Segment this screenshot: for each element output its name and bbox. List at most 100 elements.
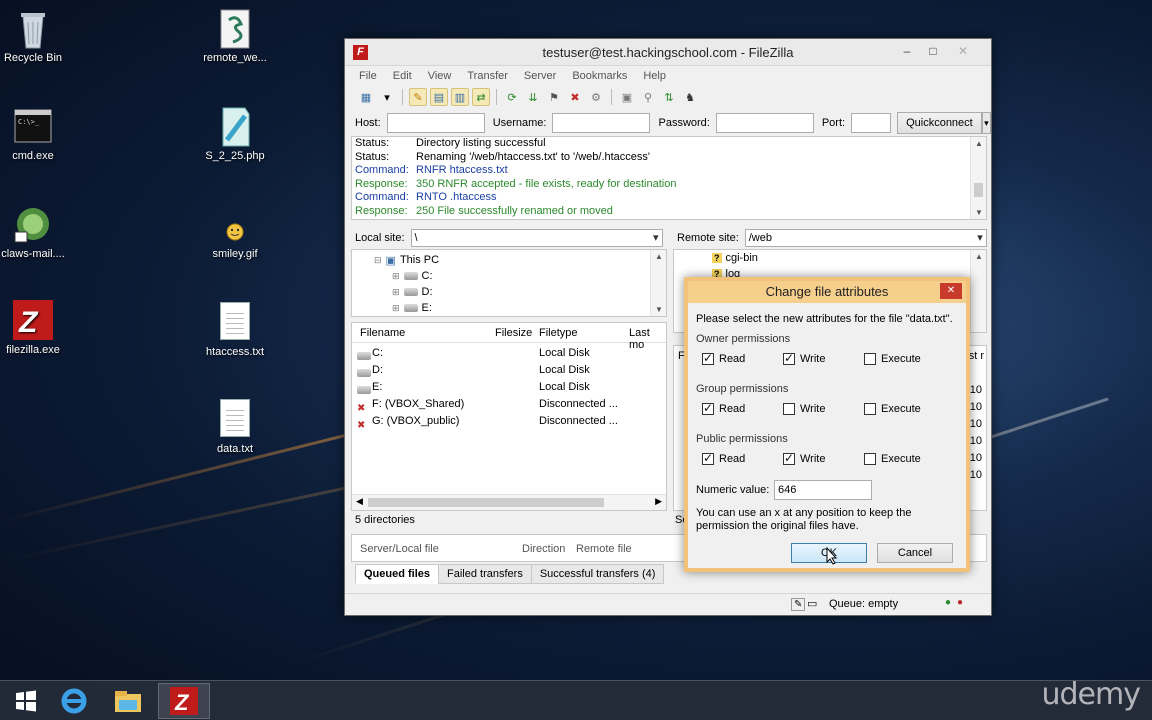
quickconnect-bar: Host: Username: Password: Port: Quickcon…: [345, 108, 991, 138]
cancel-operation-icon[interactable]: ⚑: [545, 88, 563, 106]
desktop-icon-recycle-bin[interactable]: Recycle Bin: [0, 8, 78, 64]
tree-item-drive[interactable]: ⊞ D:: [392, 284, 433, 300]
permission-group: Group permissions Read Write Execute: [696, 383, 960, 429]
desktop-icon-smiley[interactable]: smiley.gif: [190, 222, 280, 260]
tab-failed-transfers[interactable]: Failed transfers: [438, 564, 532, 584]
file-name: D:: [372, 364, 383, 376]
local-tree-toggle-icon[interactable]: ▤: [430, 88, 448, 106]
menu-transfer[interactable]: Transfer: [467, 70, 508, 82]
port-input[interactable]: [851, 113, 892, 133]
sync-browsing-icon[interactable]: ⇅: [660, 88, 678, 106]
menu-file[interactable]: File: [359, 70, 377, 82]
tree-item-cgi-bin[interactable]: ? cgi-bin: [712, 250, 758, 266]
remote-tree-toggle-icon[interactable]: ▥: [451, 88, 469, 106]
column-filetype[interactable]: Filetype: [539, 327, 578, 339]
remote-tree-scrollbar[interactable]: ▲: [970, 250, 986, 332]
table-row[interactable]: C: Local Disk: [352, 345, 666, 362]
desktop-icon-claws-mail[interactable]: claws-mail....: [0, 204, 78, 260]
local-list-hscrollbar[interactable]: ◀ ▶: [352, 494, 666, 510]
local-site-path[interactable]: \: [410, 229, 663, 247]
log-key: Command:: [355, 164, 409, 176]
site-manager-icon[interactable]: ▦: [357, 88, 375, 106]
log-text: Renaming '/web/htaccess.txt' to '/web/.h…: [416, 150, 651, 163]
refresh-icon[interactable]: ⟳: [503, 88, 521, 106]
table-row[interactable]: ✖ F: (VBOX_Shared) Disconnected ...: [352, 396, 666, 414]
menu-edit[interactable]: Edit: [393, 70, 412, 82]
table-row[interactable]: D: Local Disk: [352, 362, 666, 379]
search-icon[interactable]: ♞: [681, 88, 699, 106]
filezilla-taskbar[interactable]: Z: [158, 683, 210, 719]
process-queue-icon[interactable]: ⇊: [524, 88, 542, 106]
read-checkbox[interactable]: Read: [702, 351, 745, 365]
cancel-button[interactable]: Cancel: [877, 543, 953, 563]
quickconnect-dropdown-icon[interactable]: ▾: [981, 112, 991, 134]
file-explorer-taskbar[interactable]: [102, 683, 154, 719]
start-button[interactable]: [0, 683, 52, 719]
maximize-button[interactable]: □: [919, 41, 947, 61]
menu-view[interactable]: View: [428, 70, 452, 82]
log-text: Directory listing successful: [416, 137, 546, 149]
desktop-icon-php[interactable]: S_2_25.php: [190, 106, 280, 162]
close-button[interactable]: ✕: [949, 41, 977, 61]
desktop-icon-filezilla[interactable]: Z filezilla.exe: [0, 300, 78, 356]
log-scrollbar[interactable]: ▲ ▼: [970, 137, 986, 219]
execute-checkbox[interactable]: Execute: [864, 353, 921, 365]
dialog-title-bar[interactable]: Change file attributes ✕: [688, 281, 966, 303]
minimize-button[interactable]: –: [893, 41, 921, 61]
numeric-value-input[interactable]: [774, 480, 872, 500]
execute-checkbox[interactable]: Execute: [864, 403, 921, 415]
write-checkbox[interactable]: Write: [783, 451, 826, 465]
desktop-icon-label: cmd.exe: [12, 150, 54, 162]
write-checkbox[interactable]: Write: [783, 351, 825, 365]
queue-column-server-local[interactable]: Server/Local file: [360, 543, 439, 555]
host-input[interactable]: [386, 113, 485, 133]
file-type: Local Disk: [539, 364, 590, 376]
queue-column-remote-file[interactable]: Remote file: [576, 543, 632, 555]
message-log-toggle-icon[interactable]: ✎: [409, 88, 427, 106]
column-filename[interactable]: Filename: [360, 327, 405, 339]
local-tree-scrollbar[interactable]: ▲ ▼: [650, 250, 666, 316]
desktop-icon-remote-script[interactable]: remote_we...: [190, 8, 280, 64]
dropdown-arrow-icon[interactable]: ▾: [378, 88, 396, 106]
disconnect-icon[interactable]: ✖: [566, 88, 584, 106]
menu-help[interactable]: Help: [643, 70, 666, 82]
php-file-icon: [215, 106, 255, 147]
menu-bookmarks[interactable]: Bookmarks: [572, 70, 627, 82]
checkbox-box: [864, 403, 876, 415]
menu-server[interactable]: Server: [524, 70, 556, 82]
desktop-icon-htaccess[interactable]: htaccess.txt: [190, 302, 280, 358]
log-text: RNTO .htaccess: [416, 191, 497, 203]
username-input[interactable]: [552, 113, 651, 133]
permission-group: Public permissions Read Write Execute: [696, 433, 960, 479]
internet-explorer-taskbar[interactable]: [48, 683, 100, 719]
queue-column-direction[interactable]: Direction: [522, 543, 565, 555]
tree-item-this-pc[interactable]: ⊟ ▣ This PC: [374, 252, 439, 268]
desktop-icon-data-txt[interactable]: data.txt: [190, 399, 280, 455]
table-row[interactable]: ✖ G: (VBOX_public) Disconnected ...: [352, 413, 666, 431]
dialog-close-button[interactable]: ✕: [940, 283, 962, 299]
tree-item-drive[interactable]: ⊞ E:: [392, 300, 432, 316]
log-key: Response:: [355, 177, 408, 190]
table-row[interactable]: E: Local Disk: [352, 379, 666, 396]
desktop-icon-cmd[interactable]: C:\>_ cmd.exe: [0, 106, 78, 162]
write-checkbox[interactable]: Write: [783, 403, 825, 415]
execute-checkbox[interactable]: Execute: [864, 453, 921, 465]
transfer-queue-toggle-icon[interactable]: ⇄: [472, 88, 490, 106]
column-filesize[interactable]: Filesize: [495, 327, 532, 339]
file-name: E:: [372, 381, 383, 393]
read-checkbox[interactable]: Read: [702, 451, 745, 465]
read-checkbox[interactable]: Read: [702, 401, 745, 415]
dialog-prompt: Please select the new attributes for the…: [696, 313, 953, 325]
remote-site-path[interactable]: /web: [744, 229, 987, 247]
checkbox-box: [864, 453, 876, 465]
directory-filter-icon[interactable]: ▣: [618, 88, 636, 106]
compare-icon[interactable]: ⚲: [639, 88, 657, 106]
write-label: Write: [800, 453, 826, 465]
tab-queued-files[interactable]: Queued files: [355, 564, 440, 584]
tab-successful-transfers[interactable]: Successful transfers (4): [530, 564, 665, 584]
password-input[interactable]: [715, 113, 814, 133]
title-bar[interactable]: F testuser@test.hackingschool.com - File…: [345, 39, 991, 66]
quickconnect-button[interactable]: Quickconnect: [897, 112, 982, 134]
reconnect-icon[interactable]: ⚙: [587, 88, 605, 106]
tree-item-drive[interactable]: ⊞ C:: [392, 268, 433, 284]
